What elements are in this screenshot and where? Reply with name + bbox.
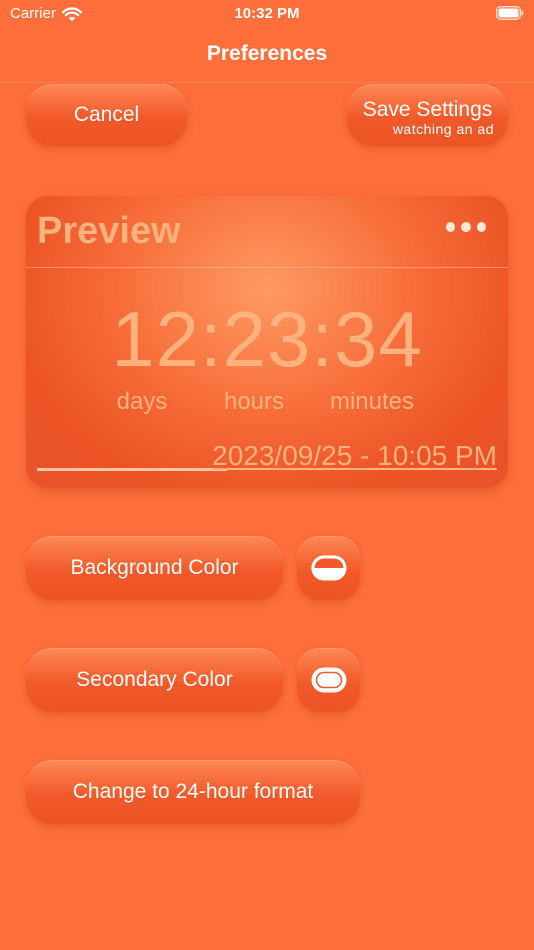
status-time: 10:32 PM bbox=[234, 5, 300, 22]
background-color-label: Background Color bbox=[70, 556, 239, 579]
save-settings-label: Save Settings bbox=[362, 97, 493, 121]
half-filled-swatch-icon bbox=[311, 555, 346, 581]
background-color-swatch-button[interactable] bbox=[297, 536, 360, 600]
save-settings-button[interactable]: Save Settings watching an ad bbox=[347, 84, 508, 146]
countdown-value: 12:23:34 bbox=[111, 295, 423, 383]
status-bar: Carrier 10:32 PM bbox=[0, 0, 534, 30]
date-underline bbox=[37, 468, 227, 471]
time-format-toggle-button[interactable]: Change to 24-hour format bbox=[26, 760, 360, 824]
unit-days-label: days bbox=[116, 388, 168, 415]
secondary-color-label: Secondary Color bbox=[76, 668, 233, 691]
target-date: 2023/09/25 - 10:05 PM bbox=[212, 440, 497, 471]
navigation-bar: Preferences bbox=[0, 30, 534, 83]
secondary-color-button[interactable]: Secondary Color bbox=[26, 648, 283, 712]
preview-title: Preview bbox=[37, 210, 181, 252]
more-icon-dot bbox=[446, 222, 456, 232]
unit-minutes-label: minutes bbox=[329, 388, 415, 415]
secondary-color-swatch-button[interactable] bbox=[297, 648, 360, 712]
save-settings-sublabel: watching an ad bbox=[392, 120, 494, 137]
more-icon[interactable] bbox=[446, 220, 486, 234]
cancel-button-label: Cancel bbox=[73, 103, 140, 126]
more-icon-dot bbox=[476, 222, 486, 232]
page-title: Preferences bbox=[206, 42, 328, 65]
cancel-button[interactable]: Cancel bbox=[26, 84, 187, 146]
more-icon-dot bbox=[461, 222, 471, 232]
time-format-toggle-label: Change to 24-hour format bbox=[72, 780, 314, 803]
background-color-button[interactable]: Background Color bbox=[26, 536, 283, 600]
preview-divider bbox=[26, 267, 508, 268]
battery-icon bbox=[496, 6, 524, 20]
outlined-swatch-icon bbox=[311, 667, 346, 693]
preview-card: Preview 12:23:34 days hours minutes 2023… bbox=[26, 196, 508, 488]
unit-hours-label: hours bbox=[223, 388, 285, 415]
